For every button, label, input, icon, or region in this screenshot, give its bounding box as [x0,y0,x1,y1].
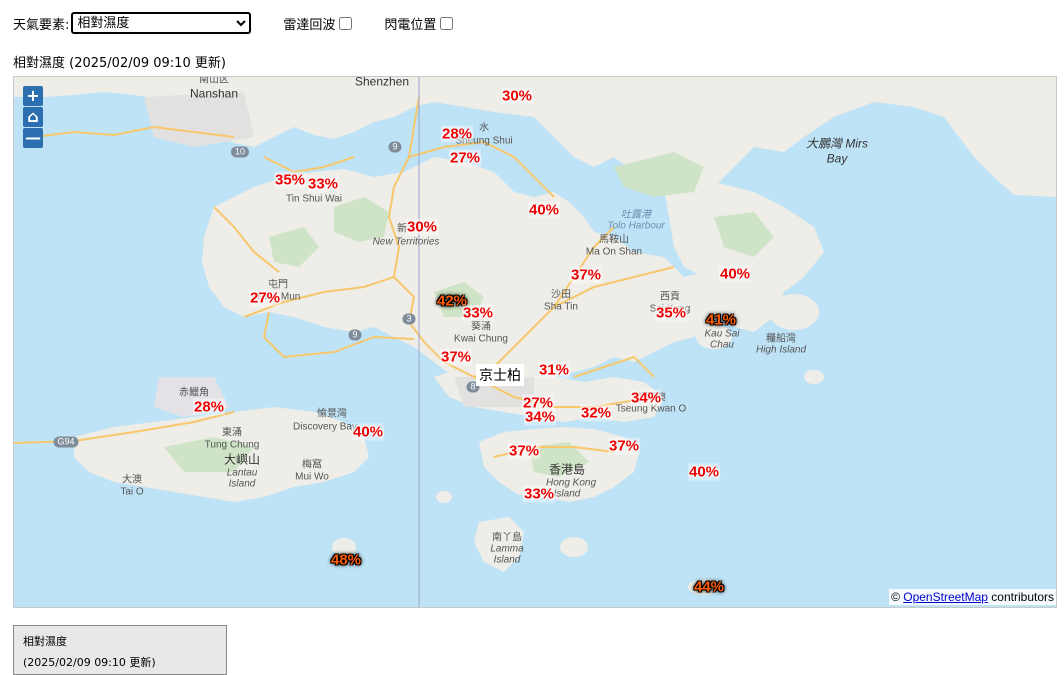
place-label: 愉景灣 [317,408,347,420]
place-label: Nanshan [189,86,239,101]
place-label: 西貢 [660,291,680,303]
place-label: Lantau [226,467,258,479]
humidity-reading[interactable]: 37% [507,442,541,460]
humidity-reading[interactable]: 28% [192,398,226,416]
place-label: 赤鱲角 [179,387,209,399]
place-label: 香港島 [548,462,586,477]
element-label: 天氣要素: [13,17,70,33]
humidity-reading[interactable]: 35% [654,304,688,322]
place-label: 馬鞍山 [599,234,629,246]
place-label: 大嶼山 [223,452,261,467]
zoom-out-button[interactable]: — [23,128,43,148]
place-label: 南山区 [199,76,229,86]
place-label: 南丫島 [492,532,522,544]
humidity-reading[interactable]: 31% [537,361,571,379]
place-label: Tolo Harbour [607,220,665,232]
route-shield: 9 [388,141,402,153]
place-label: High Island [755,344,807,356]
place-label: Island [228,478,256,490]
legend-title: 相對濕度 [23,635,67,648]
place-label: Mui Wo [295,471,329,483]
humidity-reading[interactable]: 37% [569,266,603,284]
toolbar: 天氣要素: 相對濕度 雷達回波 閃電位置 [13,12,454,34]
humidity-reading[interactable]: 34% [629,389,663,407]
place-label: 梅窩 [302,459,322,471]
humidity-reading[interactable]: 28% [440,125,474,143]
map-view[interactable]: + ⌂ — 南山区 Nanshan Shenzhen 水 Sheung Shui… [13,76,1057,608]
route-shield: 10 [230,146,250,158]
basemap [14,77,1056,607]
humidity-reading[interactable]: 40% [718,265,752,283]
place-label: 水 [479,122,489,134]
lightning-toggle[interactable]: 閃電位置 [384,14,454,33]
home-button[interactable]: ⌂ [23,107,43,127]
humidity-reading[interactable]: 33% [522,485,556,503]
place-label: Island [553,488,581,500]
route-shield: 3 [402,313,416,325]
humidity-reading[interactable]: 34% [523,408,557,426]
humidity-reading[interactable]: 40% [351,423,385,441]
humidity-reading[interactable]: 37% [439,348,473,366]
place-label: 大鵬灣 Mirs [806,136,868,151]
humidity-reading[interactable]: 33% [461,304,495,322]
place-label: Discovery Bay [293,421,357,433]
humidity-reading[interactable]: 33% [306,175,340,193]
attribution-suffix: contributors [987,590,1054,604]
humidity-reading[interactable]: 27% [448,149,482,167]
humidity-reading[interactable]: 40% [687,463,721,481]
place-label: Sha Tin [544,301,578,313]
place-label: Kau Sai [704,328,740,340]
place-label: 沙田 [551,289,571,301]
humidity-reading[interactable]: 27% [248,289,282,307]
legend-time: (2025/02/09 09:10 更新) [23,656,156,669]
humidity-reading[interactable]: 41% [706,312,736,329]
place-label: New Territories [372,236,440,248]
place-label: Island [493,554,521,566]
place-label: Bay [826,151,848,166]
place-label: 糧船灣 [766,333,796,345]
humidity-reading[interactable]: 32% [579,404,613,422]
map-attribution: © OpenStreetMap contributors [889,589,1056,605]
place-label: Kwai Chung [454,333,508,345]
place-label: Tung Chung [204,439,260,451]
attribution-prefix: © [891,590,904,604]
weather-element-select[interactable]: 相對濕度 [71,12,252,34]
humidity-reading[interactable]: 40% [527,201,561,219]
place-label: 葵涌 [471,321,491,333]
place-label: Ma On Shan [585,246,643,258]
radar-checkbox[interactable] [339,16,353,30]
radar-toggle[interactable]: 雷達回波 [283,14,353,33]
lightning-checkbox[interactable] [440,16,454,30]
humidity-reading[interactable]: 44% [694,579,724,596]
legend-box: 相對濕度 (2025/02/09 09:10 更新) [13,625,227,675]
humidity-reading[interactable]: 30% [405,218,439,236]
place-label: Chau [710,339,734,351]
place-label: 吐露港 [621,209,651,221]
place-label: 大澳 [122,474,142,486]
humidity-reading[interactable]: 30% [500,87,534,105]
place-label: Shenzhen [354,76,410,89]
place-label: 東涌 [222,427,242,439]
place-label: Tai O [120,486,144,498]
humidity-reading[interactable]: 48% [331,552,361,569]
zoom-in-button[interactable]: + [23,86,43,106]
openstreetmap-link[interactable]: OpenStreetMap [903,590,988,604]
zoom-controls: + ⌂ — [23,86,43,148]
map-title: 相對濕度 (2025/02/09 09:10 更新) [13,56,226,71]
humidity-reading[interactable]: 37% [607,437,641,455]
station-label-kings-park: 京士柏 [476,364,524,386]
humidity-reading[interactable]: 35% [273,171,307,189]
lightning-label: 閃電位置 [384,17,437,33]
radar-label: 雷達回波 [283,17,336,33]
route-shield: G94 [53,436,79,448]
route-shield: 9 [348,329,362,341]
place-label: Tin Shui Wai [286,193,342,205]
place-label: Lamma [490,543,524,555]
